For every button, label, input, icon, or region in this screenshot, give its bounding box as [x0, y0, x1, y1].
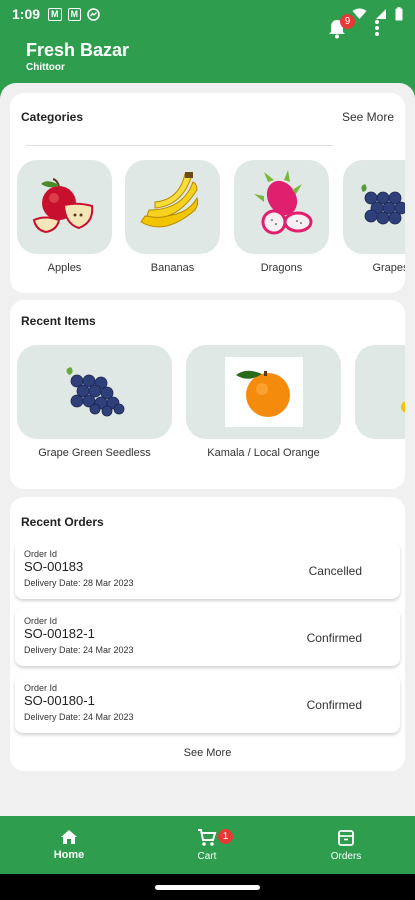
- status-time: 1:09: [12, 6, 41, 22]
- main-content: Categories See More Apples Bananas Drago…: [0, 83, 415, 816]
- category-label: Dragons: [260, 262, 303, 274]
- recent-items-card: Recent Items Grape Green Seedless Kamala…: [10, 300, 405, 489]
- partial-item-image: [355, 345, 405, 439]
- categories-card: Categories See More Apples Bananas Drago…: [10, 93, 405, 293]
- order-id: SO-00180-1: [24, 693, 95, 708]
- order-status: Confirmed: [306, 698, 362, 712]
- category-item-bananas[interactable]: Bananas: [125, 160, 220, 274]
- order-id: SO-00183: [24, 559, 84, 574]
- battery-icon: [395, 7, 403, 21]
- banana-image: [125, 160, 220, 254]
- nav-orders-label: Orders: [330, 850, 362, 862]
- home-icon: [61, 830, 77, 844]
- category-label: Bananas: [150, 262, 195, 274]
- recent-orders-card: Recent Orders Order Id SO-00183 Delivery…: [10, 497, 405, 771]
- archive-icon: [338, 829, 354, 846]
- cart-icon: [198, 828, 217, 846]
- cart-badge: 1: [218, 829, 233, 844]
- order-row[interactable]: Order Id SO-00183 Delivery Date: 28 Mar …: [15, 541, 400, 599]
- status-notification-icons: M M: [48, 7, 100, 21]
- apple-image: [17, 160, 112, 254]
- delivery-date: Delivery Date: 24 Mar 2023: [24, 712, 134, 722]
- orders-see-more-link[interactable]: See More: [10, 747, 405, 759]
- order-row[interactable]: Order Id SO-00180-1 Delivery Date: 24 Ma…: [15, 675, 400, 733]
- order-status: Cancelled: [308, 564, 362, 578]
- home-gesture-handle[interactable]: [155, 885, 260, 890]
- category-item-dragons[interactable]: Dragons: [234, 160, 329, 274]
- gesture-navigation-bar: [0, 874, 415, 900]
- delivery-date: Delivery Date: 24 Mar 2023: [24, 645, 134, 655]
- delivery-date: Delivery Date: 28 Mar 2023: [24, 578, 134, 588]
- categories-title: Categories: [21, 110, 84, 124]
- recent-item-label: Grape Green Seedless: [38, 447, 151, 459]
- dragon-fruit-image: [234, 160, 329, 254]
- grapes-image: [343, 160, 405, 254]
- divider: [26, 145, 333, 146]
- nav-cart-label: Cart: [197, 850, 217, 862]
- gmail-icon: M: [67, 7, 82, 21]
- category-item-grapes[interactable]: Grapes: [343, 160, 405, 274]
- order-id: SO-00182-1: [24, 626, 95, 641]
- recent-item-label: F: [355, 447, 405, 459]
- order-id-label: Order Id: [24, 683, 58, 693]
- nav-orders[interactable]: Orders: [277, 816, 415, 874]
- nav-home[interactable]: Home: [0, 816, 138, 874]
- category-label: Grapes: [372, 262, 405, 274]
- recent-item-label: Kamala / Local Orange: [207, 447, 320, 459]
- nav-cart[interactable]: Cart 1: [138, 816, 276, 874]
- gmail-icon: M: [48, 7, 62, 21]
- order-id-label: Order Id: [24, 616, 58, 626]
- order-id-label: Order Id: [24, 549, 58, 559]
- recent-items-title: Recent Items: [21, 314, 96, 328]
- notification-badge: 9: [340, 14, 355, 29]
- nav-home-label: Home: [53, 849, 85, 861]
- orange-image: [186, 345, 341, 439]
- order-status: Confirmed: [306, 631, 362, 645]
- location-subtitle[interactable]: Chittoor: [26, 62, 389, 73]
- recent-item[interactable]: Grape Green Seedless: [17, 345, 172, 459]
- app-title: Fresh Bazar: [26, 40, 130, 60]
- order-row[interactable]: Order Id SO-00182-1 Delivery Date: 24 Ma…: [15, 608, 400, 666]
- messenger-icon: [87, 7, 100, 21]
- category-label: Apples: [47, 262, 82, 274]
- category-item-apples[interactable]: Apples: [17, 160, 112, 274]
- grapes-image: [17, 345, 172, 439]
- recent-item[interactable]: F: [355, 345, 405, 459]
- more-options-icon[interactable]: [370, 18, 384, 38]
- app-bar: Fresh Bazar Chittoor: [0, 28, 415, 83]
- categories-see-more-link[interactable]: See More: [342, 110, 394, 124]
- recent-orders-title: Recent Orders: [21, 515, 104, 529]
- bottom-navigation: Home Cart 1 Orders: [0, 816, 415, 874]
- recent-item[interactable]: Kamala / Local Orange: [186, 345, 341, 459]
